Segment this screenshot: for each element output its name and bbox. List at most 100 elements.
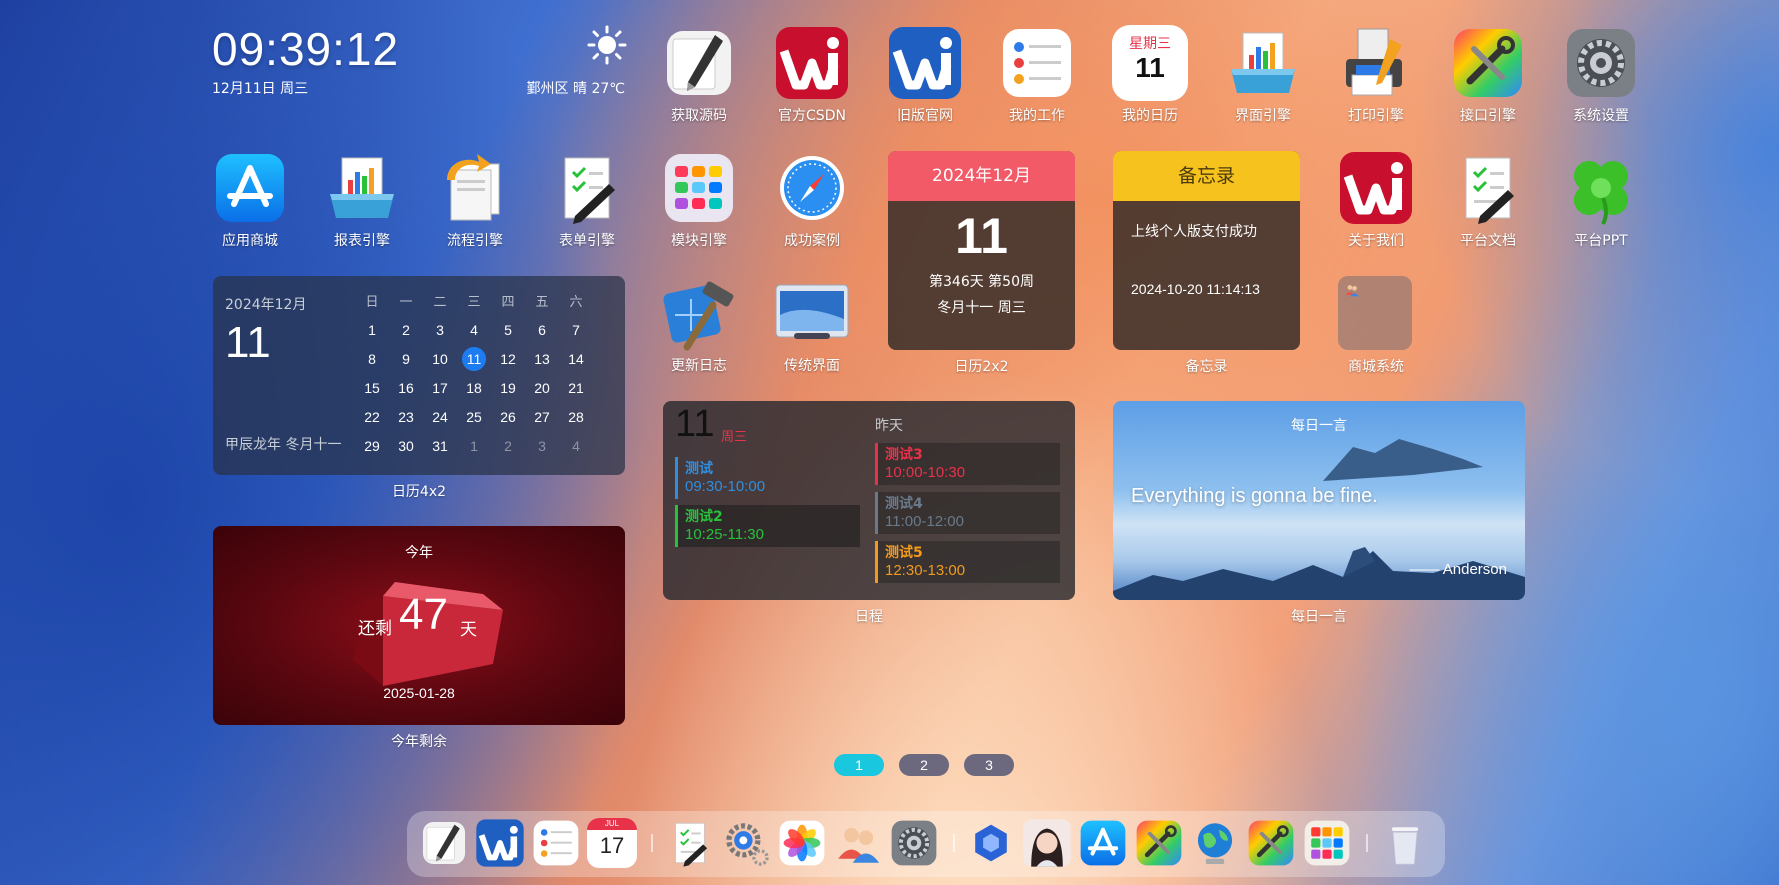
app-classic-ui[interactable]: 传统界面 [756, 275, 868, 375]
app-my-work[interactable]: 我的工作 [981, 25, 1093, 125]
calendar-date[interactable]: 9 [389, 344, 423, 373]
calendar-date-next-month[interactable]: 3 [525, 431, 559, 460]
event-name: 测试3 [885, 447, 923, 463]
schedule-widget[interactable]: 11 周三 昨天 测试 09:30-10:00 测试2 10:25-11:30 … [663, 401, 1075, 600]
calendar-date[interactable]: 1 [355, 315, 389, 344]
calendar-date[interactable]: 25 [457, 402, 491, 431]
calendar-2x2-widget[interactable]: 2024年12月 11 第346天 第50周 冬月十一 周三 [888, 151, 1075, 350]
calendar-date[interactable]: 22 [355, 402, 389, 431]
wi-blue-icon[interactable] [475, 818, 525, 868]
calendar-date[interactable]: 15 [355, 373, 389, 402]
schedule-event[interactable]: 测试3 10:00-10:30 [875, 443, 1060, 485]
clock-time: 09:39:12 [212, 23, 400, 75]
app-module-engine[interactable]: 模块引擎 [643, 150, 755, 250]
calendar-date-next-month[interactable]: 4 [559, 431, 593, 460]
year-remaining-label: 今年剩余 [391, 734, 447, 750]
calendar-date-today[interactable]: 11 [457, 344, 491, 373]
calendar-icon[interactable]: JUL 17 [587, 818, 637, 868]
quote-author: —— Anderson [1409, 561, 1507, 578]
app-label: 接口引擎 [1460, 108, 1516, 124]
app-success-cases[interactable]: 成功案例 [756, 150, 868, 250]
cube-icon[interactable] [966, 818, 1016, 868]
page-dot-3[interactable]: 3 [964, 754, 1014, 776]
calendar-date[interactable]: 5 [491, 315, 525, 344]
lunar-date: 甲辰龙年 冬月十一 [225, 437, 342, 453]
memo-widget[interactable]: 备忘录 上线个人版支付成功 2024-10-20 11:14:13 [1113, 151, 1300, 350]
calendar-date[interactable]: 2 [389, 315, 423, 344]
pen-icon[interactable] [419, 818, 469, 868]
app-label: 获取源码 [671, 108, 727, 124]
calendar-date[interactable]: 18 [457, 373, 491, 402]
trash-icon[interactable] [1380, 818, 1430, 868]
calendar-date[interactable]: 27 [525, 402, 559, 431]
schedule-event[interactable]: 测试5 12:30-13:00 [875, 541, 1060, 583]
calendar-date[interactable]: 31 [423, 431, 457, 460]
launchpad-icon[interactable] [1302, 818, 1352, 868]
app-platform-ppt[interactable]: 平台PPT [1545, 150, 1657, 250]
calendar-date[interactable]: 4 [457, 315, 491, 344]
schedule-event[interactable]: 测试4 11:00-12:00 [875, 492, 1060, 534]
page-dot-1[interactable]: 1 [834, 754, 884, 776]
app-flow-engine[interactable]: 流程引擎 [419, 150, 531, 250]
schedule-event[interactable]: 测试 09:30-10:00 [675, 457, 860, 499]
doc-icon[interactable] [665, 818, 715, 868]
calendar-date[interactable]: 19 [491, 373, 525, 402]
app-store-icon[interactable] [1078, 818, 1128, 868]
calendar-date[interactable]: 14 [559, 344, 593, 373]
reminders-icon[interactable] [531, 818, 581, 868]
calendar-date[interactable]: 26 [491, 402, 525, 431]
mall-system-folder[interactable] [1338, 276, 1412, 350]
calendar-4x2-widget[interactable]: 2024年12月 11 甲辰龙年 冬月十一 日 一 二 三 四 五 六 1 2 … [213, 276, 625, 475]
app-label: 模块引擎 [671, 233, 727, 249]
calendar-date[interactable]: 10 [423, 344, 457, 373]
app-label: 更新日志 [671, 358, 727, 374]
app-ui-engine[interactable]: 界面引擎 [1207, 25, 1319, 125]
calendar-date[interactable]: 30 [389, 431, 423, 460]
app-platform-docs[interactable]: 平台文档 [1432, 150, 1544, 250]
app-app-store[interactable]: 应用商城 [194, 150, 306, 250]
app-form-engine[interactable]: 表单引擎 [531, 150, 643, 250]
page-dot-2[interactable]: 2 [899, 754, 949, 776]
calendar-date[interactable]: 13 [525, 344, 559, 373]
calendar-date[interactable]: 29 [355, 431, 389, 460]
app-report-engine[interactable]: 报表引擎 [306, 150, 418, 250]
calendar-date[interactable]: 20 [525, 373, 559, 402]
calendar-date-next-month[interactable]: 2 [491, 431, 525, 460]
calendar-date[interactable]: 16 [389, 373, 423, 402]
app-about-us[interactable]: 关于我们 [1320, 150, 1432, 250]
app-system-settings[interactable]: 系统设置 [1545, 25, 1657, 125]
reminders-icon [999, 25, 1075, 101]
gear-icon[interactable] [889, 818, 939, 868]
photos-icon[interactable] [777, 818, 827, 868]
calendar-date[interactable]: 23 [389, 402, 423, 431]
calendar-date[interactable]: 7 [559, 315, 593, 344]
year-remaining-widget[interactable]: 今年 还剩 47 天 2025-01-28 [213, 526, 625, 725]
calendar-date[interactable]: 24 [423, 402, 457, 431]
app-api-engine[interactable]: 接口引擎 [1432, 25, 1544, 125]
calendar-date[interactable]: 28 [559, 402, 593, 431]
app-official-csdn[interactable]: 官方CSDN [756, 25, 868, 125]
avatar-icon[interactable] [1022, 818, 1072, 868]
users-icon[interactable] [833, 818, 883, 868]
calendar-date[interactable]: 21 [559, 373, 593, 402]
calendar-date-next-month[interactable]: 1 [457, 431, 491, 460]
calendar-date[interactable]: 17 [423, 373, 457, 402]
calendar-date[interactable]: 3 [423, 315, 457, 344]
daily-quote-widget[interactable]: 每日一言 Everything is gonna be fine. —— And… [1113, 401, 1525, 600]
app-print-engine[interactable]: 打印引擎 [1320, 25, 1432, 125]
app-my-calendar[interactable]: 星期三 11 我的日历 [1094, 25, 1206, 125]
calendar-date[interactable]: 12 [491, 344, 525, 373]
color-tools-icon[interactable] [1246, 818, 1296, 868]
memo-label: 备忘录 [1185, 359, 1228, 375]
calendar-date[interactable]: 6 [525, 315, 559, 344]
color-tools-icon[interactable] [1134, 818, 1184, 868]
gear-cluster-icon[interactable] [721, 818, 771, 868]
globe-icon[interactable] [1190, 818, 1240, 868]
schedule-event[interactable]: 测试2 10:25-11:30 [675, 505, 860, 547]
app-get-source[interactable]: 获取源码 [643, 25, 755, 125]
app-old-website[interactable]: 旧版官网 [869, 25, 981, 125]
calendar-date[interactable]: 8 [355, 344, 389, 373]
dock-calendar-day: 17 [599, 833, 625, 858]
form-doc-icon [549, 150, 625, 226]
app-changelog[interactable]: 更新日志 [643, 275, 755, 375]
